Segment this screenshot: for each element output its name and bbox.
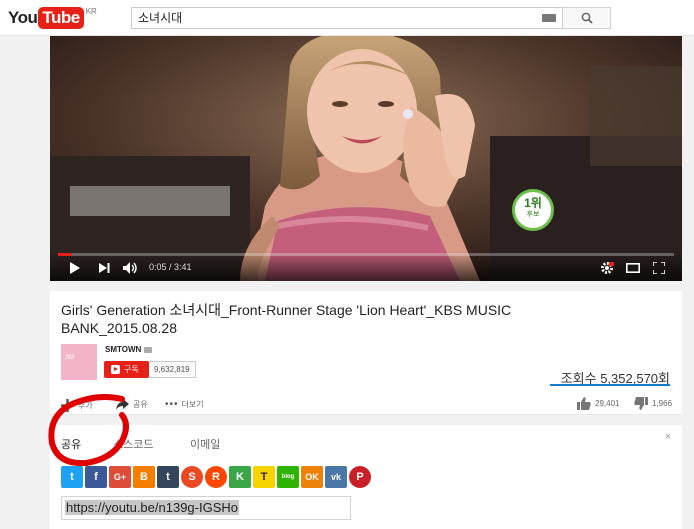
progress-fill [58, 253, 73, 256]
avatar-logo-text: SM [65, 355, 74, 361]
dislike-count: 1,966 [652, 399, 673, 408]
search-icon [581, 12, 593, 24]
pinterest-icon[interactable]: P [349, 466, 371, 488]
badge-sub-text: 후보 [526, 211, 540, 218]
logo-you-text: You [8, 8, 38, 27]
logo-country-code: KR [85, 7, 97, 16]
next-icon[interactable] [99, 263, 110, 273]
more-dots-icon: ••• [165, 399, 179, 410]
tab-email[interactable]: 이메일 [190, 436, 220, 452]
masthead: You Tube KR 소녀시대 [0, 0, 694, 36]
naver-blog-icon[interactable]: blog [277, 466, 299, 488]
video-player[interactable]: 1위 후보 0:05 / 3:41 [50, 36, 682, 281]
close-icon[interactable]: × [665, 431, 671, 443]
video-title: Girls' Generation 소녀시대_Front-Runner Stag… [61, 302, 512, 336]
progress-bar[interactable] [58, 253, 674, 256]
channel-name[interactable]: SMTOWN [105, 345, 153, 354]
logo-tube-text: Tube [38, 7, 84, 29]
settings-gear-icon[interactable] [600, 261, 614, 275]
odnoklassniki-icon[interactable]: OK [301, 466, 323, 488]
kakao-talk-icon[interactable]: T [253, 466, 275, 488]
thumbs-down-icon [634, 397, 648, 410]
search-button[interactable] [562, 7, 611, 29]
theater-mode-icon[interactable] [626, 263, 640, 273]
dislike-button[interactable]: 1,966 [634, 397, 672, 410]
thumbs-up-icon [577, 397, 591, 410]
like-ratio-bar [550, 384, 670, 386]
play-icon[interactable] [69, 262, 80, 274]
tumblr-icon[interactable]: t [157, 466, 179, 488]
stumbleupon-icon[interactable]: S [181, 466, 203, 488]
more-button[interactable]: ••• 더보기 [165, 399, 204, 410]
rank-badge: 1위 후보 [512, 189, 554, 231]
vk-icon[interactable]: vk [325, 466, 347, 488]
share-panel: 공유 소스코드 이메일 × t f G+ Bt S R K Tblog OK vk P https:… [50, 425, 682, 529]
share-url-field[interactable]: https://youtu.be/n139g-IGSHo [61, 496, 351, 520]
share-url-text: https://youtu.be/n139g-IGSHo [65, 500, 239, 515]
subscriber-count: 9,632,819 [149, 361, 196, 378]
youtube-play-icon [111, 365, 120, 374]
like-count: 29,401 [595, 399, 620, 408]
fullscreen-icon[interactable] [653, 262, 665, 274]
search-input-value: 소녀시대 [138, 11, 183, 25]
player-controls: 0:05 / 3:41 [50, 251, 682, 281]
video-info-card: Girls' Generation 소녀시대_Front-Runner Stag… [50, 291, 682, 415]
youtube-logo[interactable]: You Tube KR [8, 7, 97, 29]
time-display: 0:05 / 3:41 [149, 262, 192, 272]
channel-avatar[interactable]: SM [61, 344, 97, 380]
subscribe-button[interactable]: 구독 [104, 361, 149, 378]
more-label: 더보기 [181, 400, 204, 409]
channel-name-text: SMTOWN [105, 345, 142, 354]
red-circle-annotation [48, 394, 129, 467]
kakao-story-icon[interactable]: K [229, 466, 251, 488]
verified-icon [144, 346, 153, 353]
subscribe-label: 구독 [124, 365, 139, 374]
blogger-icon[interactable]: B [133, 466, 155, 488]
video-frame[interactable] [50, 36, 682, 281]
search-input[interactable]: 소녀시대 [131, 7, 563, 29]
badge-rank-text: 1위 [524, 196, 542, 210]
like-button[interactable]: 29,401 [577, 397, 619, 410]
reddit-icon[interactable]: R [205, 466, 227, 488]
volume-icon[interactable] [123, 262, 139, 274]
keyboard-icon[interactable] [542, 14, 556, 22]
